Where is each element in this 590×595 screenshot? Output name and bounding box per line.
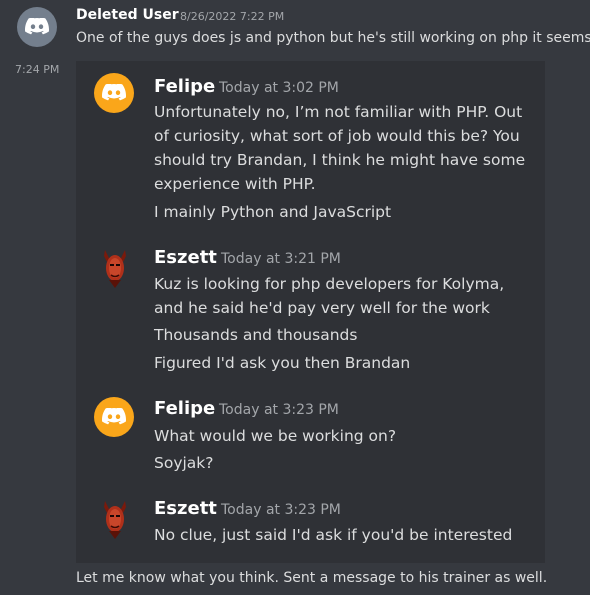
message-timestamp: 8/26/2022 7:22 PM — [180, 10, 285, 23]
discord-logo-icon — [102, 408, 126, 425]
felipe-avatar — [94, 397, 134, 437]
side-timestamp: 7:24 PM — [15, 63, 60, 76]
embedded-timestamp: Today at 3:21 PM — [221, 251, 341, 267]
embedded-message-text: Thousands and thousands — [154, 326, 358, 344]
embedded-author: Eszett — [154, 247, 217, 268]
eszett-avatar-icon — [104, 501, 126, 539]
message-text: Let me know what you think. Sent a messa… — [76, 570, 548, 586]
message-text: One of the guys does js and python but h… — [76, 30, 590, 46]
discord-logo-icon — [25, 18, 49, 35]
embedded-author: Felipe — [154, 76, 216, 97]
embedded-timestamp: Today at 3:23 PM — [219, 402, 339, 418]
embedded-message-text: Kuz is looking for php developers for Ko… — [154, 275, 505, 317]
embedded-message-text: I mainly Python and JavaScript — [154, 203, 392, 221]
embedded-author: Felipe — [154, 398, 216, 419]
embedded-message-text: No clue, just said I'd ask if you'd be i… — [154, 526, 513, 544]
discord-logo-icon — [102, 84, 126, 101]
embedded-message-text: Unfortunately no, I’m not familiar with … — [154, 103, 526, 193]
eszett-avatar-icon — [104, 250, 126, 288]
embedded-message-text: Soyjak? — [154, 454, 214, 472]
embedded-timestamp: Today at 3:23 PM — [221, 502, 341, 518]
embedded-message-text: Figured I'd ask you then Brandan — [154, 354, 411, 372]
user-avatar-deleted[interactable] — [17, 7, 57, 47]
embedded-timestamp: Today at 3:02 PM — [219, 80, 339, 96]
felipe-avatar — [94, 73, 134, 113]
embedded-message-text: What would we be working on? — [154, 427, 397, 445]
message-author[interactable]: Deleted User — [76, 7, 179, 23]
embedded-author: Eszett — [154, 498, 217, 519]
